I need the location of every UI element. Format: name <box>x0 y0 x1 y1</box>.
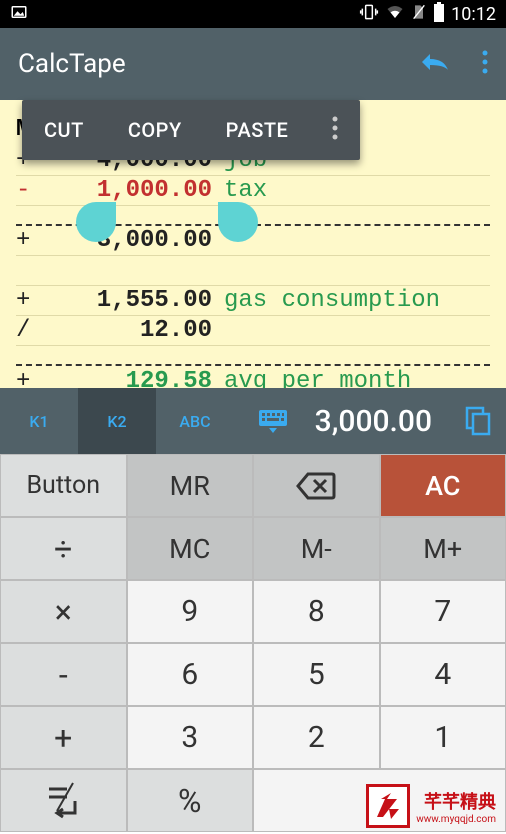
tape-row[interactable]: + 1,555.00 gas consumption <box>16 286 490 316</box>
key-6[interactable]: 6 <box>127 643 254 706</box>
status-time: 10:12 <box>451 4 496 25</box>
key-mplus[interactable]: M+ <box>380 517 506 580</box>
tape-value: 129.58 <box>42 368 212 389</box>
watermark: 芊芊精典 www.myqqjd.com <box>366 784 496 828</box>
tab-k2[interactable]: K2 <box>78 388 156 454</box>
watermark-icon <box>366 784 410 828</box>
tape-row[interactable]: - 1,000.00 tax <box>16 176 490 206</box>
tab-k1[interactable]: K1 <box>0 388 78 454</box>
battery-icon <box>433 2 445 27</box>
tape-sign: + <box>16 227 42 254</box>
key-8[interactable]: 8 <box>253 580 380 643</box>
key-button[interactable]: Button <box>0 454 127 517</box>
key-1[interactable]: 1 <box>380 706 506 769</box>
context-more-icon[interactable] <box>310 116 360 144</box>
key-multiply[interactable]: × <box>0 580 127 643</box>
vibrate-icon <box>359 2 379 27</box>
key-mminus[interactable]: M- <box>253 517 380 580</box>
selection-handle-right[interactable] <box>218 202 258 242</box>
wifi-icon <box>385 3 405 26</box>
app-bar: CalcTape <box>0 28 506 100</box>
selection-handle-left[interactable] <box>76 202 116 242</box>
sim-icon <box>411 3 427 26</box>
key-9[interactable]: 9 <box>127 580 254 643</box>
tape-sign: + <box>16 368 42 389</box>
key-add[interactable]: + <box>0 706 127 769</box>
key-mc[interactable]: MC <box>127 517 254 580</box>
key-mr[interactable]: MR <box>127 454 254 517</box>
context-cut[interactable]: CUT <box>22 118 106 142</box>
tab-abc[interactable]: ABC <box>156 388 234 454</box>
status-bar: 10:12 <box>0 0 506 28</box>
copy-icon[interactable] <box>450 406 506 436</box>
display-value: 3,000.00 <box>312 404 450 439</box>
tape-sign: + <box>16 287 42 314</box>
key-4[interactable]: 4 <box>380 643 506 706</box>
tape-value: 1,555.00 <box>42 287 212 314</box>
context-menu: CUT COPY PASTE <box>22 100 360 160</box>
tape-value: 12.00 <box>42 317 212 344</box>
keypad: Button MR AC ÷ MC M- M+ × 9 8 7 - 6 5 4 … <box>0 454 506 769</box>
key-subtract[interactable]: - <box>0 643 127 706</box>
watermark-url: www.myqqjd.com <box>416 814 496 825</box>
keyboard-icon[interactable] <box>234 408 312 434</box>
key-ac[interactable]: AC <box>380 454 506 517</box>
key-percent[interactable]: % <box>127 769 254 832</box>
tape-row[interactable]: / 12.00 <box>16 316 490 346</box>
key-5[interactable]: 5 <box>253 643 380 706</box>
input-bar: K1 K2 ABC 3,000.00 <box>0 388 506 454</box>
undo-icon[interactable] <box>418 48 454 80</box>
tape-label: tax <box>224 177 267 204</box>
picture-icon <box>10 3 28 25</box>
tape-value: 1,000.00 <box>42 177 212 204</box>
tape-sign: - <box>16 177 42 204</box>
key-backspace[interactable] <box>253 454 380 517</box>
app-title: CalcTape <box>18 49 126 79</box>
tape-sign: / <box>16 317 42 344</box>
tape-blank <box>16 256 490 286</box>
context-paste[interactable]: PASTE <box>204 118 311 142</box>
tape-divider <box>16 346 490 366</box>
key-7[interactable]: 7 <box>380 580 506 643</box>
watermark-title: 芊芊精典 <box>424 788 496 814</box>
key-3[interactable]: 3 <box>127 706 254 769</box>
context-copy[interactable]: COPY <box>106 118 204 142</box>
tape-row[interactable]: + 129.58 avg per month <box>16 366 490 388</box>
tape-label: avg per month <box>224 368 411 389</box>
key-equals[interactable] <box>0 769 127 832</box>
tape-value: 3,000.00 <box>42 227 212 254</box>
key-divide[interactable]: ÷ <box>0 517 127 580</box>
key-2[interactable]: 2 <box>253 706 380 769</box>
tape-label: gas consumption <box>224 287 440 314</box>
more-icon[interactable] <box>482 50 488 78</box>
